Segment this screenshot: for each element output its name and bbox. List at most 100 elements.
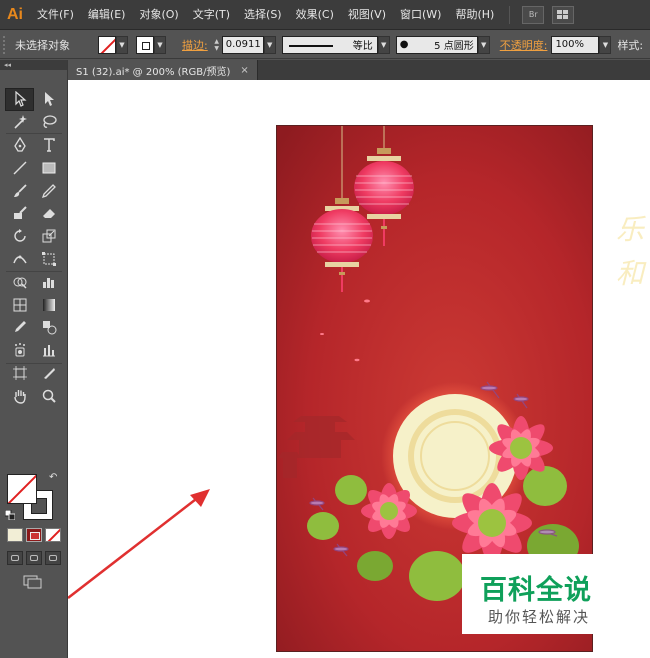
pen-tool[interactable] [5,134,34,157]
opacity-dropdown[interactable]: ▼ [599,35,612,54]
stroke-weight-spinner[interactable]: ▲ ▼ [212,36,222,54]
draw-normal-button[interactable] [7,551,23,565]
tools-divider [6,271,62,272]
menu-object[interactable]: 对象(O) [132,0,185,30]
lotus-flower-top [489,416,553,480]
tools-divider [6,363,62,364]
stroke-dropdown[interactable]: ▼ [154,35,166,54]
eraser-tool[interactable] [34,202,63,225]
swap-fill-stroke-icon[interactable]: ↶ [49,472,57,483]
stroke-profile-label: 等比 [352,41,373,52]
direct-selection-tool[interactable] [34,88,63,111]
brush-select[interactable]: ● 5 点圆形 [395,35,478,54]
blend-tool[interactable] [34,316,63,339]
graph-tool[interactable] [34,270,63,293]
brush-dropdown[interactable]: ▼ [477,35,490,54]
brush-label: 5 点圆形 [434,41,474,52]
eyedropper-icon [14,321,26,333]
menu-edit[interactable]: 编辑(E) [81,0,133,30]
stroke-panel-link[interactable]: 描边: [178,37,212,53]
menu-type[interactable]: 文字(T) [186,0,237,30]
eyedropper-tool[interactable] [5,316,34,339]
type-icon [43,138,55,152]
slice-knife-icon [43,367,55,379]
gradient-icon [42,298,55,311]
illustrator-window: Ai 文件(F) 编辑(E) 对象(O) 文字(T) 选择(S) 效果(C) 视… [0,0,650,658]
gradient-mode-button[interactable] [26,528,42,542]
gradient-tool[interactable] [34,293,63,316]
draw-behind-button[interactable] [26,551,42,565]
none-mode-button[interactable] [45,528,61,542]
mesh-tool[interactable] [5,293,34,316]
free-transform-tool[interactable] [34,248,63,271]
slice-tool[interactable] [34,362,63,385]
rectangle-tool[interactable] [34,156,63,179]
menu-effect[interactable]: 效果(C) [289,0,341,30]
lasso-icon [42,115,57,129]
symbol-sprayer-tool[interactable] [5,339,34,362]
tools-panel-header[interactable]: ◂◂ [0,60,67,70]
scale-tool[interactable] [34,225,63,248]
workspace-layout-button[interactable] [552,5,575,24]
menu-help[interactable]: 帮助(H) [448,0,501,30]
magic-wand-icon [13,115,27,129]
opacity-field[interactable]: 100% [551,35,600,54]
blob-brush-icon [13,206,27,220]
stroke-weight-dropdown[interactable]: ▼ [263,35,276,54]
mesh-icon [13,298,26,312]
menu-window[interactable]: 窗口(W) [393,0,448,30]
document-canvas[interactable]: 乐 和 百科全说 助你轻松解决 [68,80,650,658]
close-tab-icon[interactable]: × [240,65,248,76]
fill-dropdown[interactable]: ▼ [116,35,128,54]
paintbrush-tool[interactable] [5,179,34,202]
bridge-button[interactable]: Br [522,5,545,24]
layout-grid-icon [557,9,569,19]
magic-wand-tool[interactable] [5,111,34,134]
column-graph-tool[interactable] [34,339,63,362]
document-tab[interactable]: S1 (32).ai* @ 200% (RGB/预览) × [68,60,258,80]
pencil-icon [41,183,56,198]
default-colors-icon[interactable] [5,510,15,520]
shape-builder-icon [13,277,27,289]
screen-mode-button[interactable] [22,574,44,590]
bar-graph-icon [42,345,55,357]
lasso-tool[interactable] [34,111,63,134]
side-calligraphy-text: 乐 和 [616,213,645,290]
stroke-profile-select[interactable]: 等比 [281,35,378,54]
shape-builder-tool[interactable] [5,270,34,293]
stroke-profile-dropdown[interactable]: ▼ [377,35,390,54]
hand-icon [13,389,26,404]
direct-selection-icon [44,92,54,107]
opacity-panel-link[interactable]: 不透明度: [496,37,552,53]
stroke-weight-field[interactable]: 0.0911 [221,35,264,54]
artboard-tool[interactable] [5,362,34,385]
zoom-tool[interactable] [34,384,63,407]
pencil-tool[interactable] [34,179,63,202]
tools-grid [5,88,63,407]
draw-inside-button[interactable] [45,551,61,565]
style-label: 样式: [617,38,644,52]
line-icon [13,161,26,175]
type-tool[interactable] [34,134,63,157]
stroke-color-swatch[interactable] [136,35,154,54]
rotate-tool[interactable] [5,225,34,248]
draw-behind-icon [30,555,38,561]
pen-icon [13,136,26,152]
scale-icon [42,229,55,243]
width-tool[interactable] [5,248,34,271]
line-segment-tool[interactable] [5,156,34,179]
menu-select[interactable]: 选择(S) [237,0,289,30]
color-mode-button[interactable] [7,528,23,542]
blob-brush-tool[interactable] [5,202,34,225]
stroke-line-preview [288,44,333,47]
fill-swatch[interactable] [7,474,37,504]
rotate-icon [13,229,26,242]
fill-color-swatch[interactable] [98,35,116,54]
menu-view[interactable]: 视图(V) [341,0,393,30]
hand-tool[interactable] [5,384,34,407]
artboard-icon [12,365,27,380]
watermark-badge: 百科全说 助你轻松解决 [462,554,624,634]
menu-file[interactable]: 文件(F) [30,0,81,30]
selection-tool[interactable] [5,88,34,111]
menu-divider [509,5,511,24]
